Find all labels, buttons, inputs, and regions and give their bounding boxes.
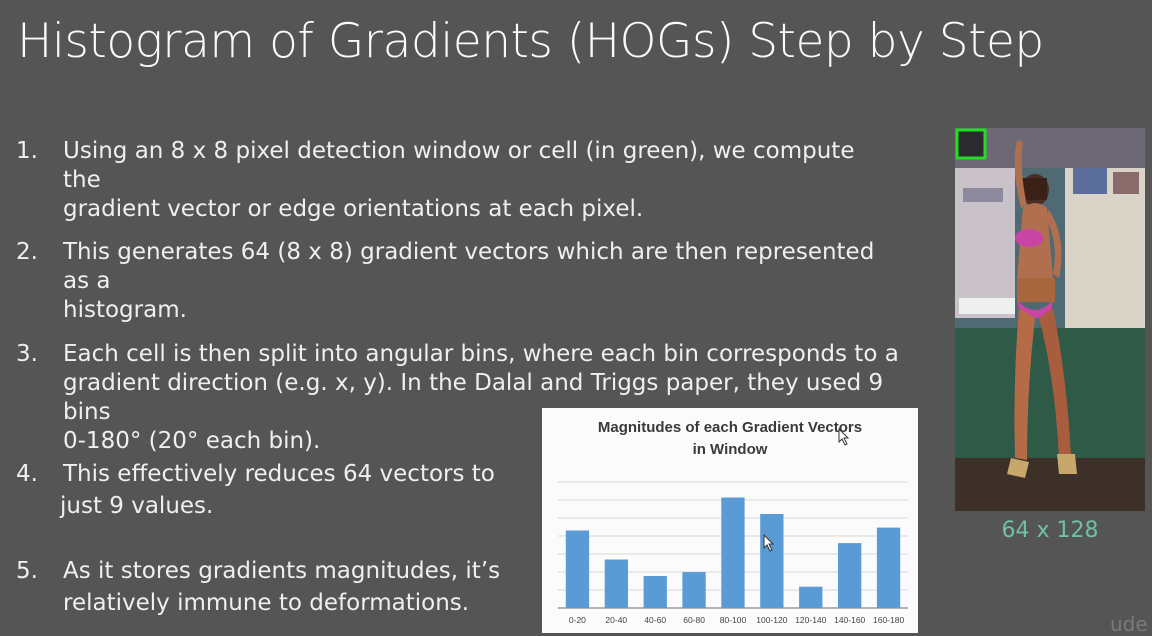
chart-plot: 0-20 20-40 40-60 60-80 80-100 100-120 120-140 1… xyxy=(558,481,908,625)
list-text-line: As it stores gradients magnitudes, it’s xyxy=(63,558,501,584)
bar-20-40 xyxy=(604,559,628,608)
list-number: 5. xyxy=(16,558,38,584)
x-tick-label: 80-100 xyxy=(720,615,747,625)
bar-100-120 xyxy=(760,514,784,608)
list-text-line: histogram. xyxy=(63,297,187,323)
bar-0-20 xyxy=(565,530,590,608)
mouse-cursor-icon xyxy=(838,428,850,446)
slide-title: Histogram of Gradients (HOGs) Step by St… xyxy=(17,14,1044,69)
x-tick-label: 140-160 xyxy=(834,615,865,625)
x-tick-label: 20-40 xyxy=(605,615,627,625)
bar-60-80 xyxy=(682,572,706,608)
bar-140-160 xyxy=(838,543,862,608)
bar-80-100 xyxy=(721,497,745,608)
x-tick-label: 0-20 xyxy=(569,615,586,625)
x-tick-label: 60-80 xyxy=(683,615,705,625)
histogram-chart: Magnitudes of each Gradient Vectors in W… xyxy=(542,408,918,633)
list-text-line: Each cell is then split into angular bin… xyxy=(63,341,899,367)
list-number: 4. xyxy=(16,461,38,487)
x-tick-label: 40-60 xyxy=(644,615,666,625)
image-size-caption: 64 x 128 xyxy=(1001,518,1099,543)
list-number: 3. xyxy=(16,341,38,367)
list-text-line: Using an 8 x 8 pixel detection window or… xyxy=(63,138,855,193)
list-text-line: just 9 values. xyxy=(60,493,214,519)
bar-120-140 xyxy=(799,586,823,608)
x-tick-label: 120-140 xyxy=(795,615,826,625)
mouse-cursor-icon xyxy=(763,534,775,552)
list-text-line: This generates 64 (8 x 8) gradient vecto… xyxy=(63,239,875,294)
x-tick-label: 100-120 xyxy=(756,615,787,625)
x-tick-label: 160-180 xyxy=(873,615,904,625)
detection-cell-box xyxy=(955,128,987,160)
list-text-line: gradient vector or edge orientations at … xyxy=(63,196,644,222)
bar-160-180 xyxy=(876,527,901,608)
watermark: ude xyxy=(1110,612,1148,636)
list-number: 2. xyxy=(16,239,38,265)
list-text-line: relatively immune to deformations. xyxy=(63,590,470,616)
list-text-line: This effectively reduces 64 vectors to xyxy=(63,461,495,487)
list-number: 1. xyxy=(16,138,38,164)
pedestrian-photo xyxy=(955,128,1145,511)
bar-40-60 xyxy=(643,576,667,608)
